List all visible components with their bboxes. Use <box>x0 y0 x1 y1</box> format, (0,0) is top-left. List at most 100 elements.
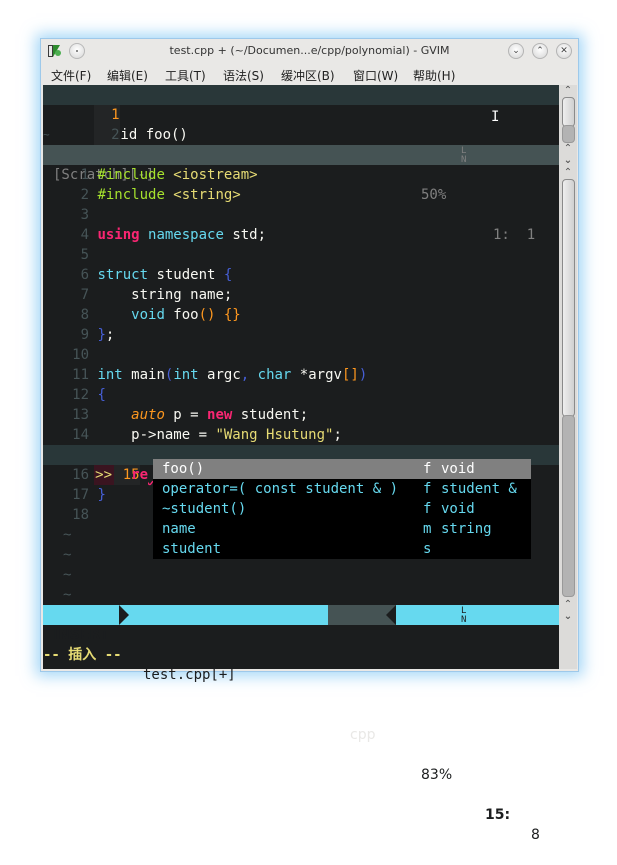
line-number: 2 <box>80 187 89 203</box>
code-line-1: 1 #include <iostream> <box>43 165 559 185</box>
token: char <box>249 367 292 383</box>
menu-bar: 文件(F) 编辑(E) 工具(T) 语法(S) 缓冲区(B) 窗口(W) 帮助(… <box>41 63 578 85</box>
menu-file[interactable]: 文件(F) <box>51 67 91 84</box>
mode-indicator: INSERT <box>53 627 110 643</box>
completion-word: ~student() <box>162 501 247 517</box>
token: p->name = <box>97 427 216 443</box>
line-number: 8 <box>80 307 89 323</box>
token: using <box>97 227 140 243</box>
scratch-tilde: ~ <box>43 128 50 141</box>
line-number: 3 <box>80 207 89 223</box>
token: <iostream> <box>164 167 258 183</box>
menu-buffers[interactable]: 缓冲区(B) <box>281 67 335 84</box>
line-number: 17 <box>72 487 89 503</box>
scratch-scroll-thumb[interactable] <box>562 97 575 127</box>
statusline[interactable]: INSERT test.cpp[+] cpp 83% LN 15: 8 <box>43 605 559 843</box>
completion-item[interactable]: name m string <box>153 519 531 539</box>
token: void <box>97 307 165 323</box>
code-line-3: 3 <box>43 205 559 225</box>
statusline-line: 15: <box>485 807 511 823</box>
line-number: 6 <box>80 267 89 283</box>
scroll-up-icon[interactable]: ⌃ <box>563 143 573 154</box>
minimize-button[interactable]: ⌄ <box>508 43 524 59</box>
scratch-scroll-track <box>562 125 575 143</box>
window-title: test.cpp + (~/Documen...e/cpp/polynomial… <box>169 44 450 57</box>
code-line-4: 4 using namespace std; <box>43 225 559 245</box>
token: new <box>207 407 233 423</box>
command-line: -- 插入 -- <box>43 647 122 663</box>
token: foo <box>164 307 199 323</box>
completion-word: name <box>162 521 196 537</box>
statusline-filename: test.cpp[+] <box>143 667 236 683</box>
token: #include <box>97 187 165 203</box>
completion-type: string <box>441 521 492 537</box>
completion-kind: s <box>423 541 432 557</box>
token: #include <box>97 167 165 183</box>
scroll-up-icon[interactable]: ⌃ <box>563 167 573 178</box>
line-number: 18 <box>72 507 89 523</box>
close-button[interactable]: ✕ <box>556 43 572 59</box>
scrollbar[interactable]: ⌃ ⌃ ⌄ ⌃ ⌃ ⌄ <box>559 85 577 669</box>
editor-area[interactable]: 1 void foo() 2 I ~ [Scratch][-] 50% LN 1… <box>43 85 559 843</box>
statusline-filetype: cpp <box>350 727 376 743</box>
scroll-up-icon[interactable]: ⌃ <box>563 599 573 610</box>
token: "Wang Hsutung" <box>215 427 334 443</box>
menu-window[interactable]: 窗口(W) <box>353 67 398 84</box>
statusline-col: 8 <box>531 827 540 843</box>
token: { <box>97 387 106 403</box>
gvim-window: test.cpp + (~/Documen...e/cpp/polynomial… <box>40 38 579 843</box>
token: *argv <box>291 367 342 383</box>
token: <string> <box>164 187 241 203</box>
completion-item[interactable]: student s <box>153 539 531 559</box>
token: name; <box>181 287 233 303</box>
menu-syntax[interactable]: 语法(S) <box>223 67 264 84</box>
token: student <box>148 267 224 283</box>
tilde-line: ~ <box>63 587 72 603</box>
code-line-7: 7 string name; <box>43 285 559 305</box>
token: {} <box>215 307 241 323</box>
token: argc <box>198 367 241 383</box>
token: , <box>240 367 250 383</box>
line-number: 9 <box>80 327 89 343</box>
line-number: 14 <box>72 427 89 443</box>
scroll-down-icon[interactable]: ⌄ <box>563 611 573 622</box>
completion-word: student <box>162 541 222 557</box>
scroll-up-icon[interactable]: ⌃ <box>563 85 573 96</box>
menu-tools[interactable]: 工具(T) <box>165 67 206 84</box>
code-line-8: 8 void foo() {} <box>43 305 559 325</box>
line-number: 11 <box>72 367 89 383</box>
token: string <box>97 287 182 303</box>
token: student; <box>232 407 309 423</box>
line-number: 13 <box>72 407 89 423</box>
token: } <box>97 327 106 343</box>
code-line-13: 13 auto p = new student; <box>43 405 559 425</box>
maximize-button[interactable]: ⌃ <box>532 43 548 59</box>
powerline-arrow-left-icon <box>386 605 396 625</box>
completion-popup[interactable]: foo() f void operator=( const student & ) f… <box>153 459 531 559</box>
token: () <box>198 307 216 323</box>
completion-item[interactable]: ~student() f void <box>153 499 531 519</box>
code-line-9: 9 }; <box>43 325 559 345</box>
code-line-12: 12 { <box>43 385 559 405</box>
menu-edit[interactable]: 编辑(E) <box>107 67 148 84</box>
completion-item[interactable]: foo() f void <box>153 459 531 479</box>
token: int <box>173 367 199 383</box>
scratch-statusline[interactable]: [Scratch][-] 50% LN 1: 1 <box>43 145 559 243</box>
completion-kind: f <box>423 501 432 517</box>
completion-item[interactable]: operator=( const student & ) f student & <box>153 479 531 499</box>
token: struct <box>97 267 149 283</box>
completion-kind: f <box>423 461 432 477</box>
main-scroll-thumb[interactable] <box>562 179 575 417</box>
scroll-down-icon[interactable]: ⌄ <box>563 155 573 166</box>
completion-type: void <box>441 501 475 517</box>
token: std; <box>223 227 267 243</box>
token: [] <box>341 367 359 383</box>
token: ; <box>333 427 342 443</box>
line-number: 16 <box>72 467 89 483</box>
code-line-2: 2 #include <string> <box>43 185 559 205</box>
code-line-10: 10 <box>43 345 559 365</box>
menu-help[interactable]: 帮助(H) <box>413 67 455 84</box>
token: namespace <box>139 227 224 243</box>
line-number: 12 <box>72 387 89 403</box>
